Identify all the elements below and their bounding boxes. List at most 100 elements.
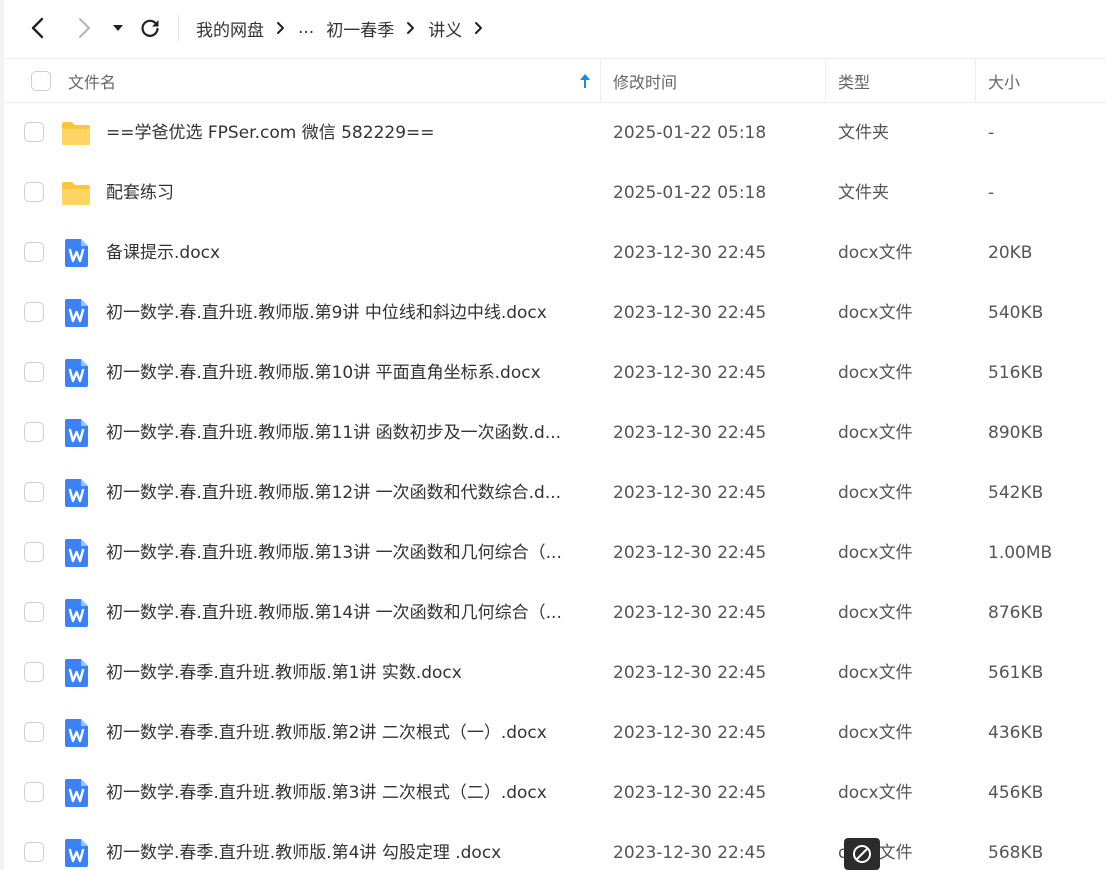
forward-button[interactable] — [70, 14, 98, 42]
back-button[interactable] — [24, 14, 52, 42]
table-row[interactable]: 备课提示.docx 2023-12-30 22:45 docx文件 20KB — [0, 223, 1106, 283]
file-size: 540KB — [988, 303, 1044, 323]
toolbar-divider — [178, 14, 179, 42]
table-row[interactable]: 初一数学.春.直升班.教师版.第12讲 一次函数和代数综合.d... 2023-1… — [0, 463, 1106, 523]
row-checkbox[interactable] — [24, 122, 44, 142]
floating-action-button[interactable] — [844, 838, 880, 870]
file-modified-time: 2023-12-30 22:45 — [613, 723, 767, 743]
row-checkbox[interactable] — [24, 482, 44, 502]
file-modified-time: 2023-12-30 22:45 — [613, 843, 767, 863]
file-size: 890KB — [988, 423, 1044, 443]
breadcrumb-root[interactable]: 我的网盘 — [196, 16, 264, 41]
word-doc-icon — [61, 298, 91, 328]
file-name[interactable]: 初一数学.春季.直升班.教师版.第1讲 实数.docx — [106, 643, 586, 703]
table-row[interactable]: 初一数学.春季.直升班.教师版.第4讲 勾股定理 .docx 2023-12-30… — [0, 823, 1106, 870]
file-size: 436KB — [988, 723, 1044, 743]
breadcrumb-parent[interactable]: 初一春季 — [326, 16, 394, 41]
file-size: 568KB — [988, 843, 1044, 863]
file-name[interactable]: 初一数学.春季.直升班.教师版.第3讲 二次根式（二）.docx — [106, 763, 586, 823]
table-row[interactable]: 初一数学.春.直升班.教师版.第13讲 一次函数和几何综合（... 2023-12… — [0, 523, 1106, 583]
column-divider[interactable] — [825, 59, 826, 102]
table-row[interactable]: ==学爸优选 FPSer.com 微信 582229== 2025-01-22 0… — [0, 103, 1106, 163]
breadcrumb: 我的网盘 ... 初一春季 讲义 — [196, 0, 496, 56]
row-checkbox[interactable] — [24, 782, 44, 802]
file-type: docx文件 — [838, 483, 913, 503]
word-doc-icon — [61, 658, 91, 688]
word-doc-icon — [61, 538, 91, 568]
chevron-right-icon — [79, 18, 90, 38]
caret-down-icon — [113, 25, 123, 31]
file-type: docx文件 — [838, 363, 913, 383]
file-modified-time: 2023-12-30 22:45 — [613, 483, 767, 503]
word-doc-icon — [61, 358, 91, 388]
table-row[interactable]: 初一数学.春季.直升班.教师版.第3讲 二次根式（二）.docx 2023-12-… — [0, 763, 1106, 823]
row-checkbox[interactable] — [24, 542, 44, 562]
file-size: 561KB — [988, 663, 1044, 683]
file-name[interactable]: 初一数学.春.直升班.教师版.第9讲 中位线和斜边中线.docx — [106, 283, 586, 343]
word-doc-icon — [61, 718, 91, 748]
file-size: - — [988, 183, 995, 203]
column-header-type[interactable]: 类型 — [838, 59, 870, 102]
chevron-left-icon — [31, 17, 44, 39]
word-doc-icon — [61, 838, 91, 868]
file-name[interactable]: 配套练习 — [106, 163, 586, 223]
folder-icon — [61, 118, 91, 148]
file-type: 文件夹 — [838, 183, 889, 203]
table-row[interactable]: 初一数学.春季.直升班.教师版.第2讲 二次根式（一）.docx 2023-12-… — [0, 703, 1106, 763]
file-modified-time: 2025-01-22 05:18 — [613, 123, 767, 143]
column-header-mtime-label: 修改时间 — [613, 72, 678, 92]
column-header-size-label: 大小 — [988, 72, 1021, 92]
sort-ascending-button[interactable] — [579, 59, 591, 102]
arrow-up-icon — [580, 73, 590, 88]
folder-icon — [61, 178, 91, 208]
file-modified-time: 2023-12-30 22:45 — [613, 243, 767, 263]
file-name[interactable]: 初一数学.春.直升班.教师版.第10讲 平面直角坐标系.docx — [106, 343, 586, 403]
table-row[interactable]: 配套练习 2025-01-22 05:18 文件夹 - — [0, 163, 1106, 223]
table-header: 文件名 修改时间 类型 大小 — [4, 58, 1106, 103]
checkbox[interactable] — [31, 70, 51, 91]
row-checkbox[interactable] — [24, 422, 44, 442]
history-dropdown-button[interactable] — [106, 14, 130, 42]
column-header-name-label: 文件名 — [68, 72, 117, 92]
refresh-button[interactable] — [136, 14, 164, 42]
row-checkbox[interactable] — [24, 722, 44, 742]
row-checkbox[interactable] — [24, 842, 44, 862]
file-type: docx文件 — [838, 723, 913, 743]
toolbar: 我的网盘 ... 初一春季 讲义 — [0, 0, 1106, 56]
row-checkbox[interactable] — [24, 602, 44, 622]
file-type: 文件夹 — [838, 123, 889, 143]
column-header-size[interactable]: 大小 — [988, 59, 1020, 102]
file-modified-time: 2023-12-30 22:45 — [613, 543, 767, 563]
table-row[interactable]: 初一数学.春季.直升班.教师版.第1讲 实数.docx 2023-12-30 22… — [0, 643, 1106, 703]
column-divider[interactable] — [975, 59, 976, 102]
table-row[interactable]: 初一数学.春.直升班.教师版.第14讲 一次函数和几何综合（... 2023-12… — [0, 583, 1106, 643]
row-checkbox[interactable] — [24, 242, 44, 262]
file-name[interactable]: 初一数学.春.直升班.教师版.第14讲 一次函数和几何综合（... — [106, 583, 586, 643]
file-name[interactable]: 初一数学.春.直升班.教师版.第11讲 函数初步及一次函数.d... — [106, 403, 586, 463]
breadcrumb-collapsed[interactable]: ... — [298, 18, 314, 38]
file-name[interactable]: 初一数学.春季.直升班.教师版.第4讲 勾股定理 .docx — [106, 823, 586, 870]
row-checkbox[interactable] — [24, 302, 44, 322]
file-type: docx文件 — [838, 303, 913, 323]
word-doc-icon — [61, 598, 91, 628]
chevron-right-icon — [474, 21, 484, 35]
file-name[interactable]: 初一数学.春.直升班.教师版.第13讲 一次函数和几何综合（... — [106, 523, 586, 583]
file-name[interactable]: ==学爸优选 FPSer.com 微信 582229== — [106, 103, 586, 163]
select-all-checkbox[interactable] — [31, 59, 51, 102]
file-name[interactable]: 备课提示.docx — [106, 223, 586, 283]
column-divider[interactable] — [600, 59, 601, 102]
file-size: - — [988, 123, 995, 143]
file-name[interactable]: 初一数学.春.直升班.教师版.第12讲 一次函数和代数综合.d... — [106, 463, 586, 523]
table-row[interactable]: 初一数学.春.直升班.教师版.第10讲 平面直角坐标系.docx 2023-12-… — [0, 343, 1106, 403]
table-row[interactable]: 初一数学.春.直升班.教师版.第9讲 中位线和斜边中线.docx 2023-12-… — [0, 283, 1106, 343]
file-name[interactable]: 初一数学.春季.直升班.教师版.第2讲 二次根式（一）.docx — [106, 703, 586, 763]
row-checkbox[interactable] — [24, 662, 44, 682]
breadcrumb-current[interactable]: 讲义 — [428, 16, 462, 41]
row-checkbox[interactable] — [24, 182, 44, 202]
column-header-type-label: 类型 — [838, 72, 871, 92]
row-checkbox[interactable] — [24, 362, 44, 382]
column-header-name[interactable]: 文件名 — [68, 59, 116, 102]
file-size: 456KB — [988, 783, 1044, 803]
table-row[interactable]: 初一数学.春.直升班.教师版.第11讲 函数初步及一次函数.d... 2023-1… — [0, 403, 1106, 463]
column-header-mtime[interactable]: 修改时间 — [613, 59, 677, 102]
